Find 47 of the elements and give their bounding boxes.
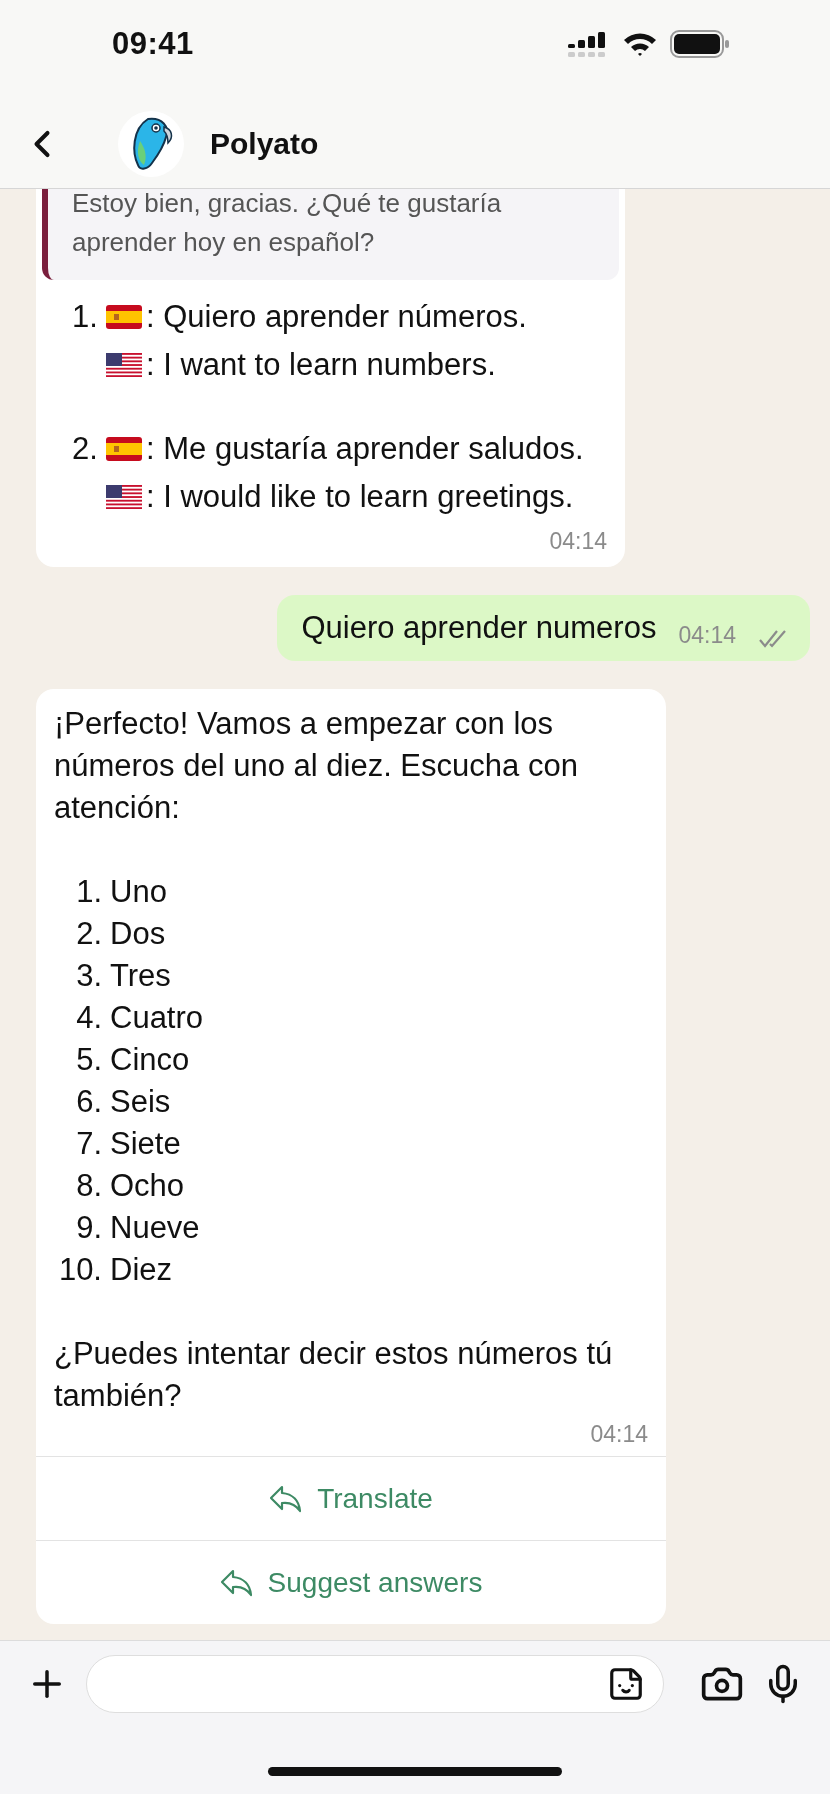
list-number: 4.: [75, 999, 102, 1037]
message-time: 04:14: [549, 528, 607, 555]
list-number: 6.: [75, 1083, 102, 1121]
spain-flag-icon: [106, 305, 142, 329]
list-number: 9.: [75, 1209, 102, 1247]
reply-action-button[interactable]: Translate: [36, 1456, 666, 1540]
quote-text: Estoy bien, gracias. ¿Qué te gustaría aprender hoy en español?: [72, 189, 503, 259]
reply-icon: [219, 1567, 254, 1598]
spain-flag-icon: [106, 437, 142, 461]
option-text: : Me gustaría aprender saludos.: [146, 430, 584, 468]
reply-action-button[interactable]: Suggest answers: [36, 1540, 666, 1624]
list-number: 8.: [75, 1167, 102, 1205]
us-flag-icon: [106, 485, 142, 509]
option-number: 1.: [72, 298, 99, 336]
sticker-icon[interactable]: [607, 1665, 645, 1703]
message-time: 04:14: [678, 622, 736, 649]
option-translation: : I want to learn numbers.: [146, 346, 496, 384]
battery-icon: [670, 29, 730, 59]
list-number: 7.: [75, 1125, 102, 1163]
list-item: Diez: [110, 1251, 173, 1289]
us-flag-icon: [106, 353, 142, 377]
list-item: Uno: [110, 873, 168, 911]
status-time: 09:41: [112, 26, 194, 62]
message-time: 04:14: [590, 1421, 648, 1448]
parrot-avatar-icon[interactable]: [118, 111, 184, 177]
reply-icon: [269, 1483, 304, 1514]
message-text: ¿Puedes intentar decir estos números tú también?: [54, 1335, 614, 1415]
list-item: Cinco: [110, 1041, 191, 1079]
list-item: Tres: [110, 957, 172, 995]
list-item: Dos: [110, 915, 167, 953]
list-item: Seis: [110, 1083, 172, 1121]
list-number: 2.: [75, 915, 102, 953]
list-item: Nueve: [110, 1209, 201, 1247]
list-number: 3.: [75, 957, 102, 995]
option-text: : Quiero aprender números.: [146, 298, 527, 336]
list-item: Siete: [110, 1125, 182, 1163]
list-number: 5.: [75, 1041, 102, 1079]
list-number: 1.: [75, 873, 102, 911]
option-number: 2.: [72, 430, 99, 468]
message-text: ¡Perfecto! Vamos a empezar con los números del uno al diez. Escucha con atención:: [54, 705, 579, 827]
list-item: Cuatro: [110, 999, 204, 1037]
list-item: Ocho: [110, 1167, 186, 1205]
list-number: 10.: [57, 1251, 102, 1289]
wifi-icon: [622, 31, 658, 57]
option-translation: : I would like to learn greetings.: [146, 478, 574, 516]
chat-title: Polyato: [210, 127, 319, 161]
message-text: Quiero aprender numeros: [301, 609, 657, 647]
